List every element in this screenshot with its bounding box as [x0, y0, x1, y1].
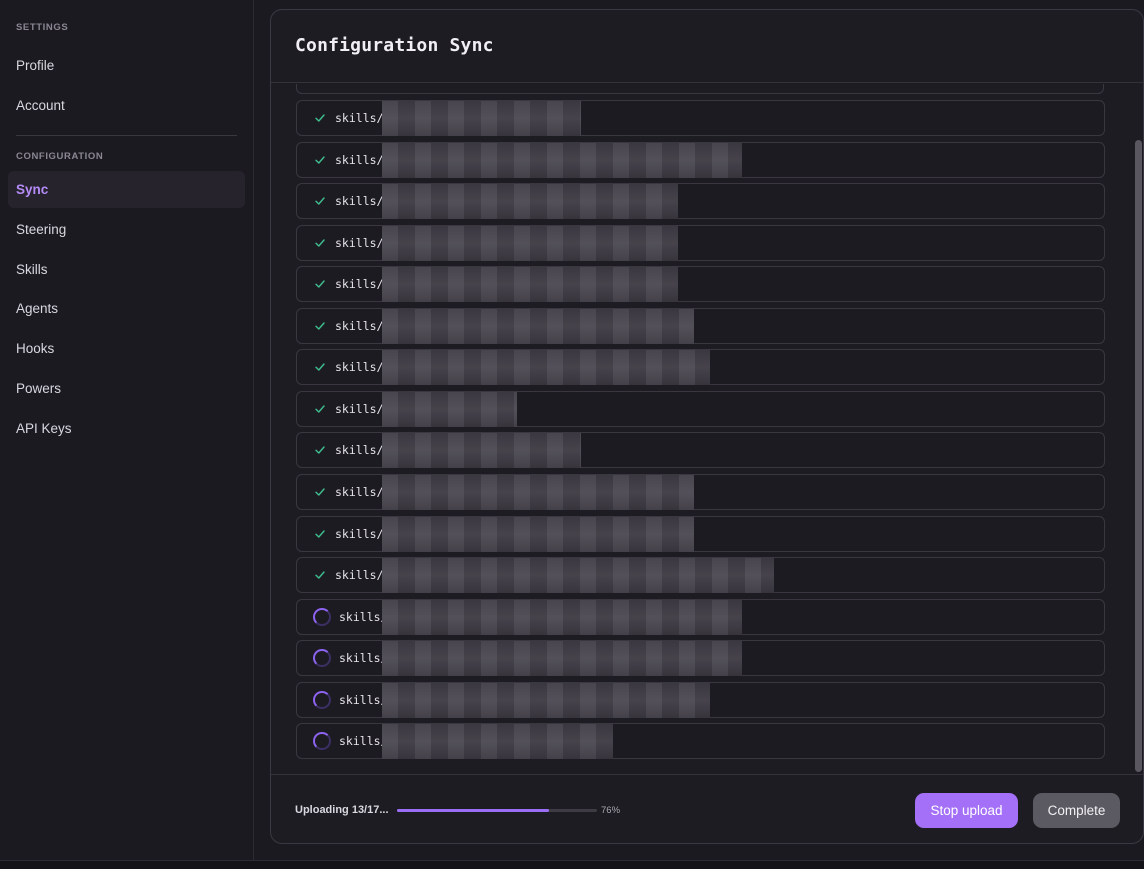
redacted-filename: [382, 101, 581, 136]
redacted-filename: [382, 267, 678, 303]
file-row[interactable]: skills/c: [296, 307, 1105, 344]
check-icon: [315, 529, 325, 538]
sidebar-item-label: Account: [16, 98, 65, 113]
window-bottom-edge: [0, 860, 1144, 869]
check-icon: [315, 197, 325, 205]
sidebar-item-label: Skills: [16, 261, 48, 277]
check-icon: [315, 238, 325, 247]
redacted-filename: [382, 558, 774, 594]
loading-spinner-icon: [313, 690, 331, 709]
check-icon: [315, 571, 325, 579]
panel-footer: Uploading 13/17... 76% Stop upload Compl…: [271, 774, 1143, 843]
sidebar-item-account[interactable]: Account: [8, 87, 245, 124]
file-row[interactable]: skills/c: [296, 349, 1105, 386]
sidebar-item-label: Powers: [16, 381, 62, 396]
partial-list-item: [296, 84, 1104, 94]
file-row[interactable]: skills/: [296, 723, 1105, 760]
redacted-filename: [382, 516, 694, 552]
file-row[interactable]: skills/c: [296, 224, 1105, 261]
file-row[interactable]: skills/p: [296, 390, 1105, 427]
file-row[interactable]: skills/c: [296, 473, 1105, 510]
complete-button[interactable]: Complete: [1033, 793, 1120, 828]
check-icon: [315, 405, 325, 413]
sidebar-item-label: Profile: [16, 58, 55, 73]
sidebar-item-label: Hooks: [16, 341, 55, 357]
check-icon: [315, 363, 325, 371]
configuration-sync-panel: Configuration Sync skills/c skills/c skill…: [270, 9, 1144, 844]
file-path: skills/: [339, 609, 388, 624]
upload-progress-percent: 76%: [601, 805, 621, 816]
sidebar-item-label: Agents: [16, 301, 59, 317]
sidebar-item-profile[interactable]: Profile: [8, 47, 245, 84]
file-row[interactable]: skills/: [296, 681, 1105, 718]
sidebar-item-skills[interactable]: Skills: [8, 251, 245, 288]
file-path: skills/: [339, 692, 388, 707]
page-title: Configuration Sync: [295, 35, 494, 56]
sidebar-divider: [16, 135, 237, 136]
redacted-filename: [382, 391, 517, 427]
loading-spinner-icon: [313, 732, 331, 751]
app-window: SETTINGS Profile Account CONFIGURATION Sy…: [0, 0, 1144, 869]
configuration-section-label: CONFIGURATION: [16, 151, 104, 162]
redacted-filename: [382, 433, 581, 469]
sidebar-item-label: Steering: [16, 221, 67, 237]
check-icon: [315, 114, 325, 122]
panel-header: Configuration Sync: [271, 10, 1143, 83]
file-row[interactable]: skills/c: [296, 266, 1105, 303]
check-icon: [315, 446, 325, 455]
check-icon: [315, 488, 325, 496]
redacted-filename: [382, 724, 613, 760]
redacted-filename: [382, 308, 694, 344]
file-row[interactable]: skills/c: [296, 141, 1105, 178]
upload-status-text: Uploading 13/17...: [295, 804, 389, 816]
sidebar: SETTINGS Profile Account CONFIGURATION Sy…: [0, 0, 254, 860]
upload-progress-fill: [397, 809, 549, 812]
loading-spinner-icon: [313, 649, 331, 668]
check-icon: [315, 280, 325, 288]
check-icon: [315, 322, 325, 330]
redacted-filename: [382, 599, 742, 635]
sidebar-item-agents[interactable]: Agents: [8, 290, 245, 327]
redacted-filename: [382, 184, 678, 220]
file-row[interactable]: skills/: [296, 598, 1105, 635]
loading-spinner-icon: [313, 607, 331, 626]
upload-progress-bar: [397, 809, 597, 812]
settings-section-label: SETTINGS: [16, 22, 69, 33]
file-list[interactable]: skills/c skills/c skills/c skills/c skills/c…: [271, 84, 1133, 774]
sidebar-item-sync[interactable]: Sync: [8, 171, 245, 208]
file-row[interactable]: skills/c: [296, 557, 1105, 594]
scrollbar[interactable]: [1133, 84, 1143, 774]
file-row[interactable]: skills/c: [296, 183, 1105, 220]
file-path: skills/: [339, 651, 388, 666]
file-row[interactable]: skills/c: [296, 432, 1105, 469]
sidebar-item-hooks[interactable]: Hooks: [8, 330, 245, 367]
scrollbar-thumb[interactable]: [1135, 140, 1142, 772]
file-row[interactable]: skills/: [296, 640, 1105, 677]
redacted-filename: [382, 641, 742, 677]
redacted-filename: [382, 682, 710, 718]
redacted-filename: [382, 225, 678, 261]
sidebar-item-label: Sync: [16, 182, 49, 197]
redacted-filename: [382, 474, 694, 510]
redacted-filename: [382, 142, 742, 178]
file-row[interactable]: skills/c: [296, 100, 1105, 136]
sidebar-item-api-keys[interactable]: API Keys: [8, 410, 245, 447]
sidebar-item-steering[interactable]: Steering: [8, 211, 245, 248]
sidebar-item-label: API Keys: [16, 420, 72, 436]
stop-upload-button[interactable]: Stop upload: [915, 793, 1018, 828]
redacted-filename: [382, 350, 710, 386]
file-row[interactable]: skills/c: [296, 515, 1105, 552]
file-path: skills/: [339, 734, 388, 749]
sidebar-item-powers[interactable]: Powers: [8, 370, 245, 407]
check-icon: [315, 155, 325, 164]
